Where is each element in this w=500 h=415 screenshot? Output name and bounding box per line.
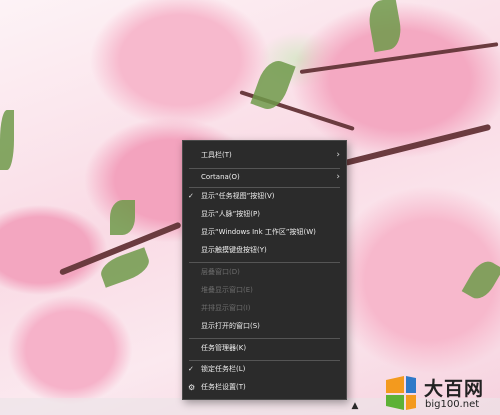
chevron-up-icon[interactable]: ▲ bbox=[349, 400, 361, 412]
wallpaper-leaf bbox=[0, 110, 14, 170]
menu-item-show-open-windows[interactable]: 显示打开的窗口(S) bbox=[183, 318, 346, 335]
menu-item-task-manager[interactable]: 任务管理器(K) bbox=[183, 340, 346, 357]
wallpaper-leaf bbox=[365, 0, 405, 53]
menu-item-label: 任务管理器(K) bbox=[201, 344, 247, 352]
menu-separator bbox=[189, 262, 340, 263]
wallpaper-leaf bbox=[110, 200, 135, 235]
menu-item-label: 堆叠显示窗口(E) bbox=[201, 286, 253, 294]
watermark-url: big100.net bbox=[425, 399, 480, 410]
wallpaper-branch bbox=[299, 42, 499, 74]
wallpaper-leaf bbox=[461, 256, 500, 304]
taskbar-context-menu: 工具栏(T) › Cortana(O) › ✓ 显示“任务视图”按钮(V) 显示… bbox=[182, 140, 347, 400]
menu-item-show-task-view[interactable]: ✓ 显示“任务视图”按钮(V) bbox=[183, 188, 346, 205]
menu-item-toolbars[interactable]: 工具栏(T) › bbox=[183, 147, 346, 164]
menu-item-label: 显示“Windows Ink 工作区”按钮(W) bbox=[201, 228, 316, 236]
menu-item-label: 锁定任务栏(L) bbox=[201, 365, 246, 373]
checkmark-icon: ✓ bbox=[188, 365, 194, 373]
menu-item-show-windows-ink[interactable]: 显示“Windows Ink 工作区”按钮(W) bbox=[183, 224, 346, 241]
checkmark-icon: ✓ bbox=[188, 192, 194, 200]
menu-item-label: 显示打开的窗口(S) bbox=[201, 322, 260, 330]
menu-item-label: 层叠窗口(D) bbox=[201, 268, 240, 276]
menu-item-label: 显示触摸键盘按钮(Y) bbox=[201, 246, 267, 254]
menu-item-stack-windows: 堆叠显示窗口(E) bbox=[183, 282, 346, 299]
menu-item-lock-taskbar[interactable]: ✓ 锁定任务栏(L) bbox=[183, 361, 346, 378]
menu-item-cortana[interactable]: Cortana(O) › bbox=[183, 169, 346, 186]
menu-item-label: 工具栏(T) bbox=[201, 151, 232, 159]
watermark-logo: 大百网 big100.net bbox=[382, 372, 498, 414]
menu-item-label: 显示“任务视图”按钮(V) bbox=[201, 192, 275, 200]
menu-item-show-people[interactable]: 显示“人脉”按钮(P) bbox=[183, 206, 346, 223]
watermark-title: 大百网 bbox=[424, 378, 485, 400]
chevron-right-icon: › bbox=[336, 150, 340, 160]
menu-item-label: 任务栏设置(T) bbox=[201, 383, 246, 391]
menu-item-label: 显示“人脉”按钮(P) bbox=[201, 210, 260, 218]
gear-icon: ⚙ bbox=[188, 383, 196, 392]
menu-item-label: Cortana(O) bbox=[201, 173, 240, 181]
chevron-right-icon: › bbox=[336, 172, 340, 182]
menu-item-show-touch-keyboard[interactable]: 显示触摸键盘按钮(Y) bbox=[183, 242, 346, 259]
menu-item-taskbar-settings[interactable]: ⚙ 任务栏设置(T) bbox=[183, 379, 346, 396]
menu-item-cascade-windows: 层叠窗口(D) bbox=[183, 264, 346, 281]
menu-item-label: 并排显示窗口(I) bbox=[201, 304, 251, 312]
wallpaper-branch bbox=[344, 123, 492, 166]
menu-separator bbox=[189, 338, 340, 339]
menu-item-side-by-side-windows: 并排显示窗口(I) bbox=[183, 300, 346, 317]
logo-mark-icon bbox=[386, 376, 416, 410]
